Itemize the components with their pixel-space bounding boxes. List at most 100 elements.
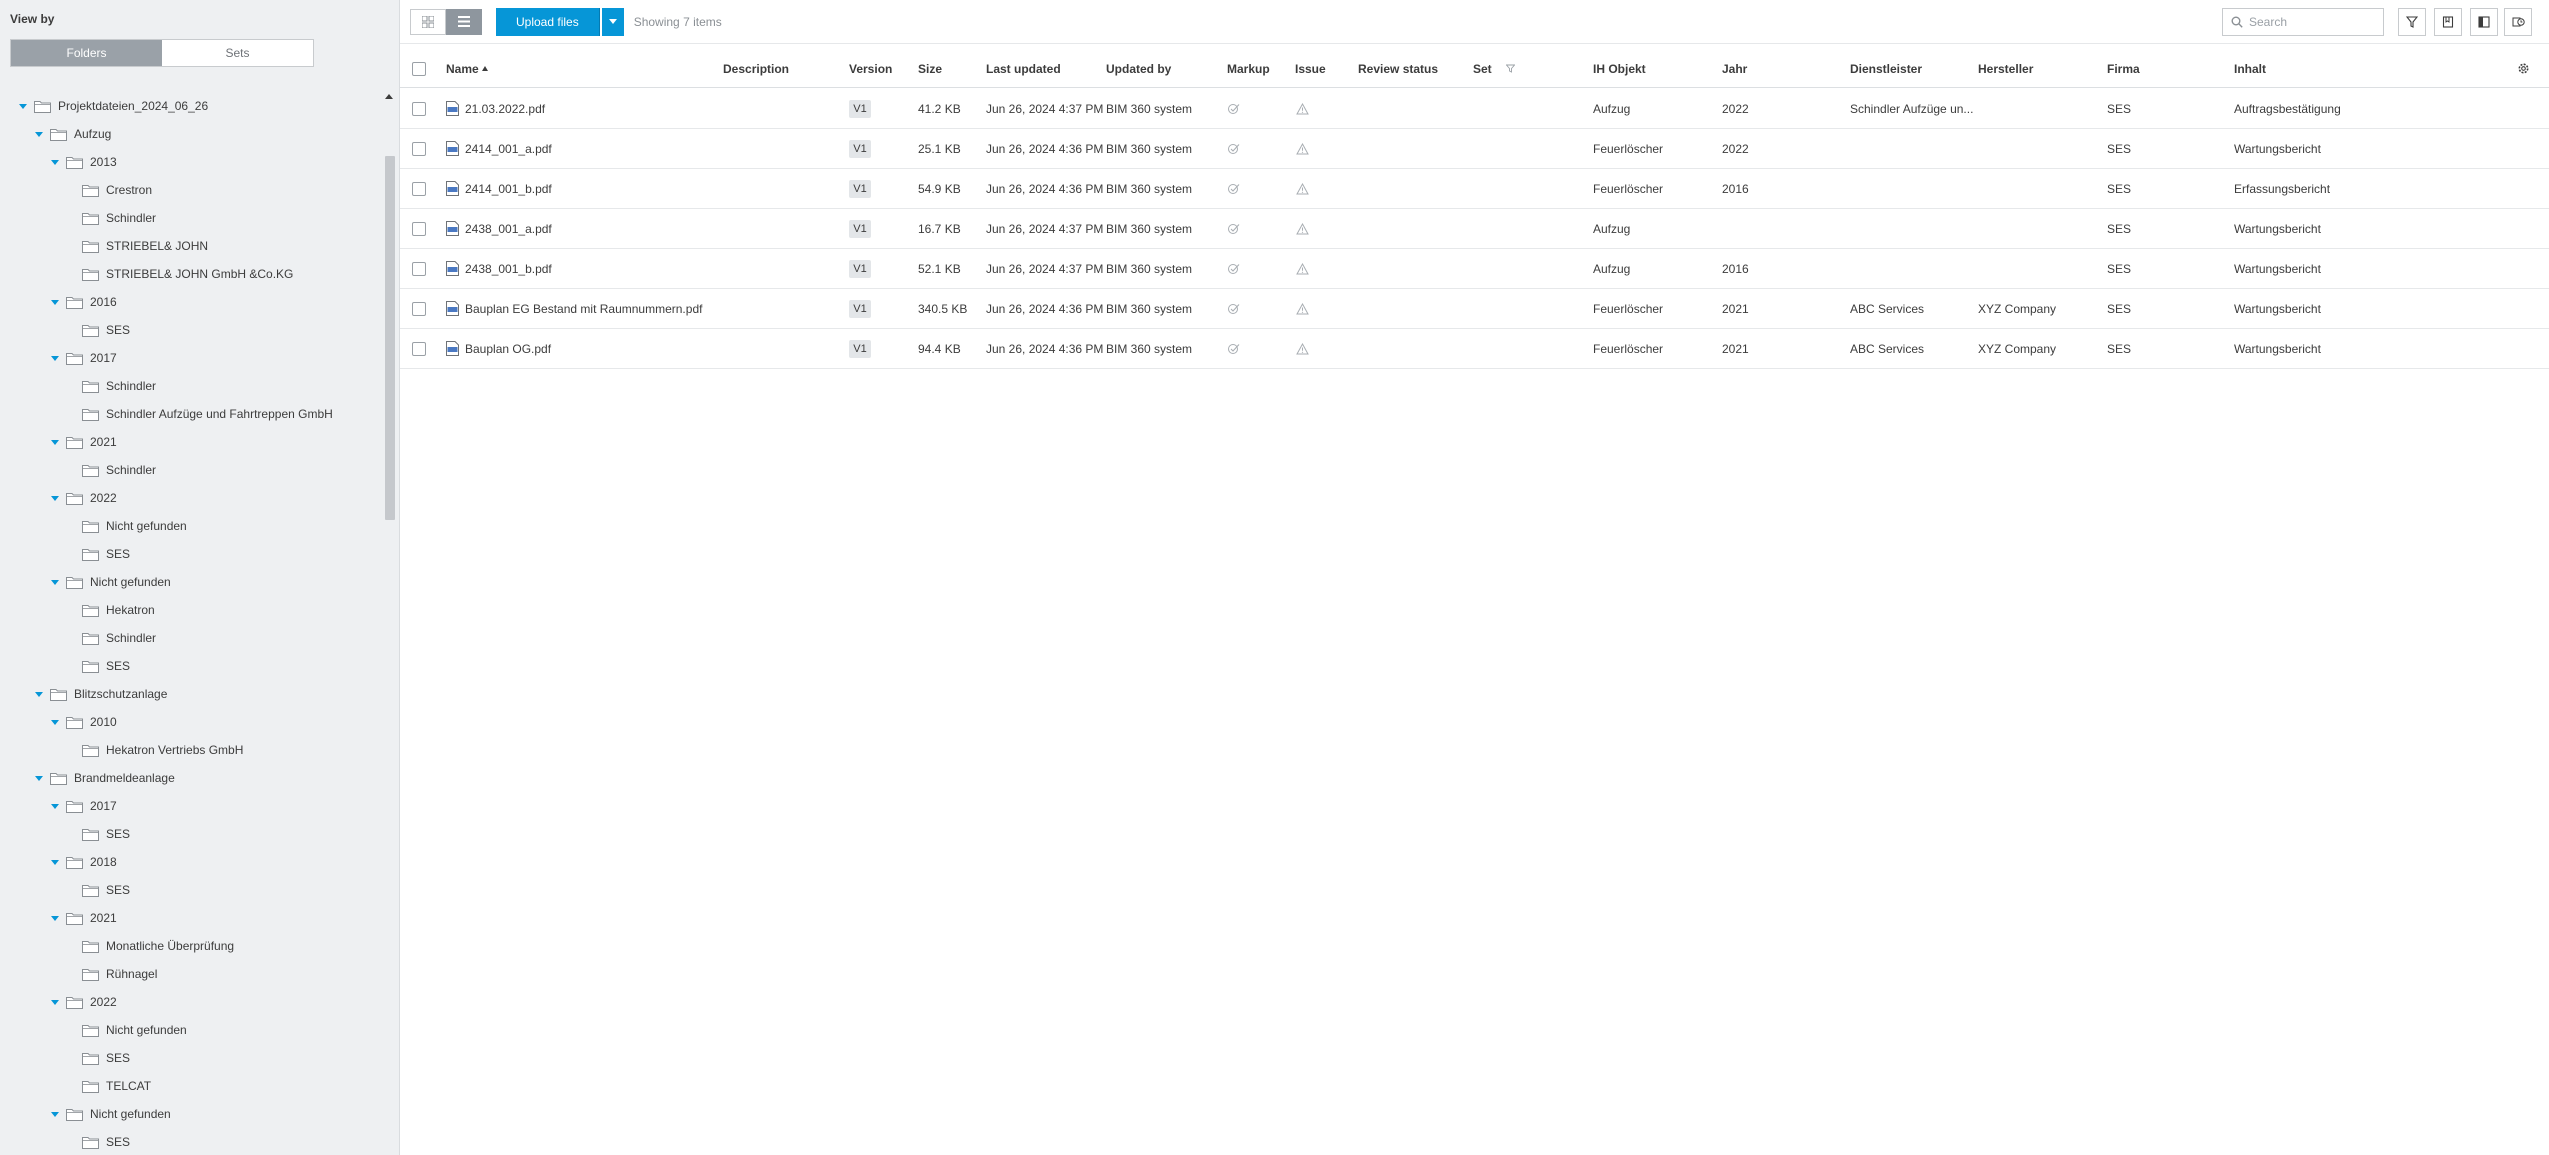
- expand-caret-icon[interactable]: [50, 1109, 60, 1119]
- expand-caret-icon[interactable]: [50, 913, 60, 923]
- version-badge[interactable]: V1: [849, 179, 871, 198]
- tree-folder-item[interactable]: Monatliche Überprüfung: [0, 932, 381, 960]
- row-checkbox[interactable]: [412, 101, 426, 116]
- tree-folder-item[interactable]: SES: [0, 820, 381, 848]
- column-hersteller[interactable]: Hersteller: [1978, 50, 2033, 87]
- expand-caret-icon[interactable]: [50, 353, 60, 363]
- tree-folder-item[interactable]: 2021: [0, 428, 381, 456]
- column-settings-button[interactable]: [2517, 50, 2530, 87]
- column-description[interactable]: Description: [723, 50, 789, 87]
- table-row[interactable]: 2438_001_b.pdf V1 52.1 KB Jun 26, 2024 4:37…: [400, 249, 2549, 289]
- tree-folder-item[interactable]: 2016: [0, 288, 381, 316]
- tree-folder-item[interactable]: Rühnagel: [0, 960, 381, 988]
- tree-folder-item[interactable]: Nicht gefunden: [0, 512, 381, 540]
- expand-caret-icon[interactable]: [34, 689, 44, 699]
- row-checkbox[interactable]: [412, 301, 426, 316]
- version-badge[interactable]: V1: [849, 219, 871, 238]
- markup-cell[interactable]: [1227, 289, 1241, 328]
- tree-folder-item[interactable]: Brandmeldeanlage: [0, 764, 381, 792]
- toggle-sets[interactable]: Sets: [162, 40, 313, 66]
- expand-caret-icon[interactable]: [18, 101, 28, 111]
- file-name-link[interactable]: 2438_001_a.pdf: [446, 221, 552, 236]
- row-checkbox[interactable]: [412, 141, 426, 156]
- expand-caret-icon[interactable]: [50, 437, 60, 447]
- column-markup[interactable]: Markup: [1227, 50, 1270, 87]
- search-input[interactable]: [2249, 15, 2379, 29]
- markup-cell[interactable]: [1227, 249, 1241, 288]
- list-view-button[interactable]: [446, 8, 482, 35]
- tree-folder-item[interactable]: SES: [0, 652, 381, 680]
- issue-cell[interactable]: [1296, 249, 1309, 288]
- tree-folder-item[interactable]: Aufzug: [0, 120, 381, 148]
- tree-folder-item[interactable]: Nicht gefunden: [0, 568, 381, 596]
- column-jahr[interactable]: Jahr: [1722, 50, 1747, 87]
- tree-folder-item[interactable]: Hekatron Vertriebs GmbH: [0, 736, 381, 764]
- issue-cell[interactable]: [1296, 89, 1309, 128]
- column-inhalt[interactable]: Inhalt: [2234, 50, 2266, 87]
- table-row[interactable]: Bauplan OG.pdf V1 94.4 KB Jun 26, 2024 4:36…: [400, 329, 2549, 369]
- row-checkbox[interactable]: [412, 341, 426, 356]
- column-filter-icon[interactable]: [1505, 64, 1515, 73]
- sidebar-scrollbar[interactable]: [383, 92, 395, 1155]
- markup-cell[interactable]: [1227, 89, 1241, 128]
- select-all-checkbox[interactable]: [412, 61, 426, 76]
- issue-cell[interactable]: [1296, 209, 1309, 248]
- scroll-thumb[interactable]: [385, 156, 395, 520]
- version-badge[interactable]: V1: [849, 299, 871, 318]
- column-updated-by[interactable]: Updated by: [1106, 50, 1171, 87]
- column-set[interactable]: Set: [1473, 50, 1515, 87]
- expand-caret-icon[interactable]: [50, 801, 60, 811]
- version-badge[interactable]: V1: [849, 339, 871, 358]
- column-name[interactable]: Name: [446, 50, 488, 87]
- tree-folder-item[interactable]: 2022: [0, 988, 381, 1016]
- issue-cell[interactable]: [1296, 169, 1309, 208]
- tree-folder-item[interactable]: 2021: [0, 904, 381, 932]
- row-checkbox[interactable]: [412, 181, 426, 196]
- expand-caret-icon[interactable]: [34, 773, 44, 783]
- tree-folder-item[interactable]: SES: [0, 1128, 381, 1155]
- table-row[interactable]: 2414_001_a.pdf V1 25.1 KB Jun 26, 2024 4:36…: [400, 129, 2549, 169]
- tree-folder-item[interactable]: Schindler: [0, 624, 381, 652]
- tree-folder-item[interactable]: Schindler Aufzüge und Fahrtreppen GmbH: [0, 400, 381, 428]
- row-checkbox[interactable]: [412, 261, 426, 276]
- tree-folder-item[interactable]: Nicht gefunden: [0, 1016, 381, 1044]
- tree-folder-item[interactable]: Blitzschutzanlage: [0, 680, 381, 708]
- tree-folder-item[interactable]: SES: [0, 1044, 381, 1072]
- tree-folder-item[interactable]: 2013: [0, 148, 381, 176]
- tree-folder-item[interactable]: Projektdateien_2024_06_26: [0, 92, 381, 120]
- scroll-up-arrow-icon[interactable]: [385, 94, 393, 99]
- file-name-link[interactable]: Bauplan OG.pdf: [446, 341, 551, 356]
- file-name-link[interactable]: 21.03.2022.pdf: [446, 101, 545, 116]
- column-review-status[interactable]: Review status: [1358, 50, 1438, 87]
- panel-toggle-button[interactable]: [2470, 8, 2498, 36]
- column-firma[interactable]: Firma: [2107, 50, 2140, 87]
- file-name-link[interactable]: Bauplan EG Bestand mit Raumnummern.pdf: [446, 301, 702, 316]
- expand-caret-icon[interactable]: [50, 577, 60, 587]
- tree-folder-item[interactable]: STRIEBEL& JOHN: [0, 232, 381, 260]
- tree-folder-item[interactable]: Schindler: [0, 204, 381, 232]
- tree-folder-item[interactable]: 2010: [0, 708, 381, 736]
- expand-caret-icon[interactable]: [50, 157, 60, 167]
- tree-folder-item[interactable]: SES: [0, 540, 381, 568]
- table-row[interactable]: 21.03.2022.pdf V1 41.2 KB Jun 26, 2024 4:37…: [400, 89, 2549, 129]
- markup-cell[interactable]: [1227, 169, 1241, 208]
- version-badge[interactable]: V1: [849, 99, 871, 118]
- tree-folder-item[interactable]: 2018: [0, 848, 381, 876]
- expand-caret-icon[interactable]: [50, 997, 60, 1007]
- tree-folder-item[interactable]: Hekatron: [0, 596, 381, 624]
- column-dienstleister[interactable]: Dienstleister: [1850, 50, 1922, 87]
- column-version[interactable]: Version: [849, 50, 892, 87]
- issue-cell[interactable]: [1296, 329, 1309, 368]
- tree-folder-item[interactable]: 2022: [0, 484, 381, 512]
- bookmark-button[interactable]: [2434, 8, 2462, 36]
- row-checkbox[interactable]: [412, 221, 426, 236]
- tree-folder-item[interactable]: Schindler: [0, 456, 381, 484]
- file-name-link[interactable]: 2414_001_a.pdf: [446, 141, 552, 156]
- expand-caret-icon[interactable]: [50, 717, 60, 727]
- tree-folder-item[interactable]: Crestron: [0, 176, 381, 204]
- tree-folder-item[interactable]: Schindler: [0, 372, 381, 400]
- tree-folder-item[interactable]: Nicht gefunden: [0, 1100, 381, 1128]
- expand-caret-icon[interactable]: [50, 297, 60, 307]
- upload-files-button[interactable]: Upload files: [496, 7, 600, 36]
- markup-cell[interactable]: [1227, 329, 1241, 368]
